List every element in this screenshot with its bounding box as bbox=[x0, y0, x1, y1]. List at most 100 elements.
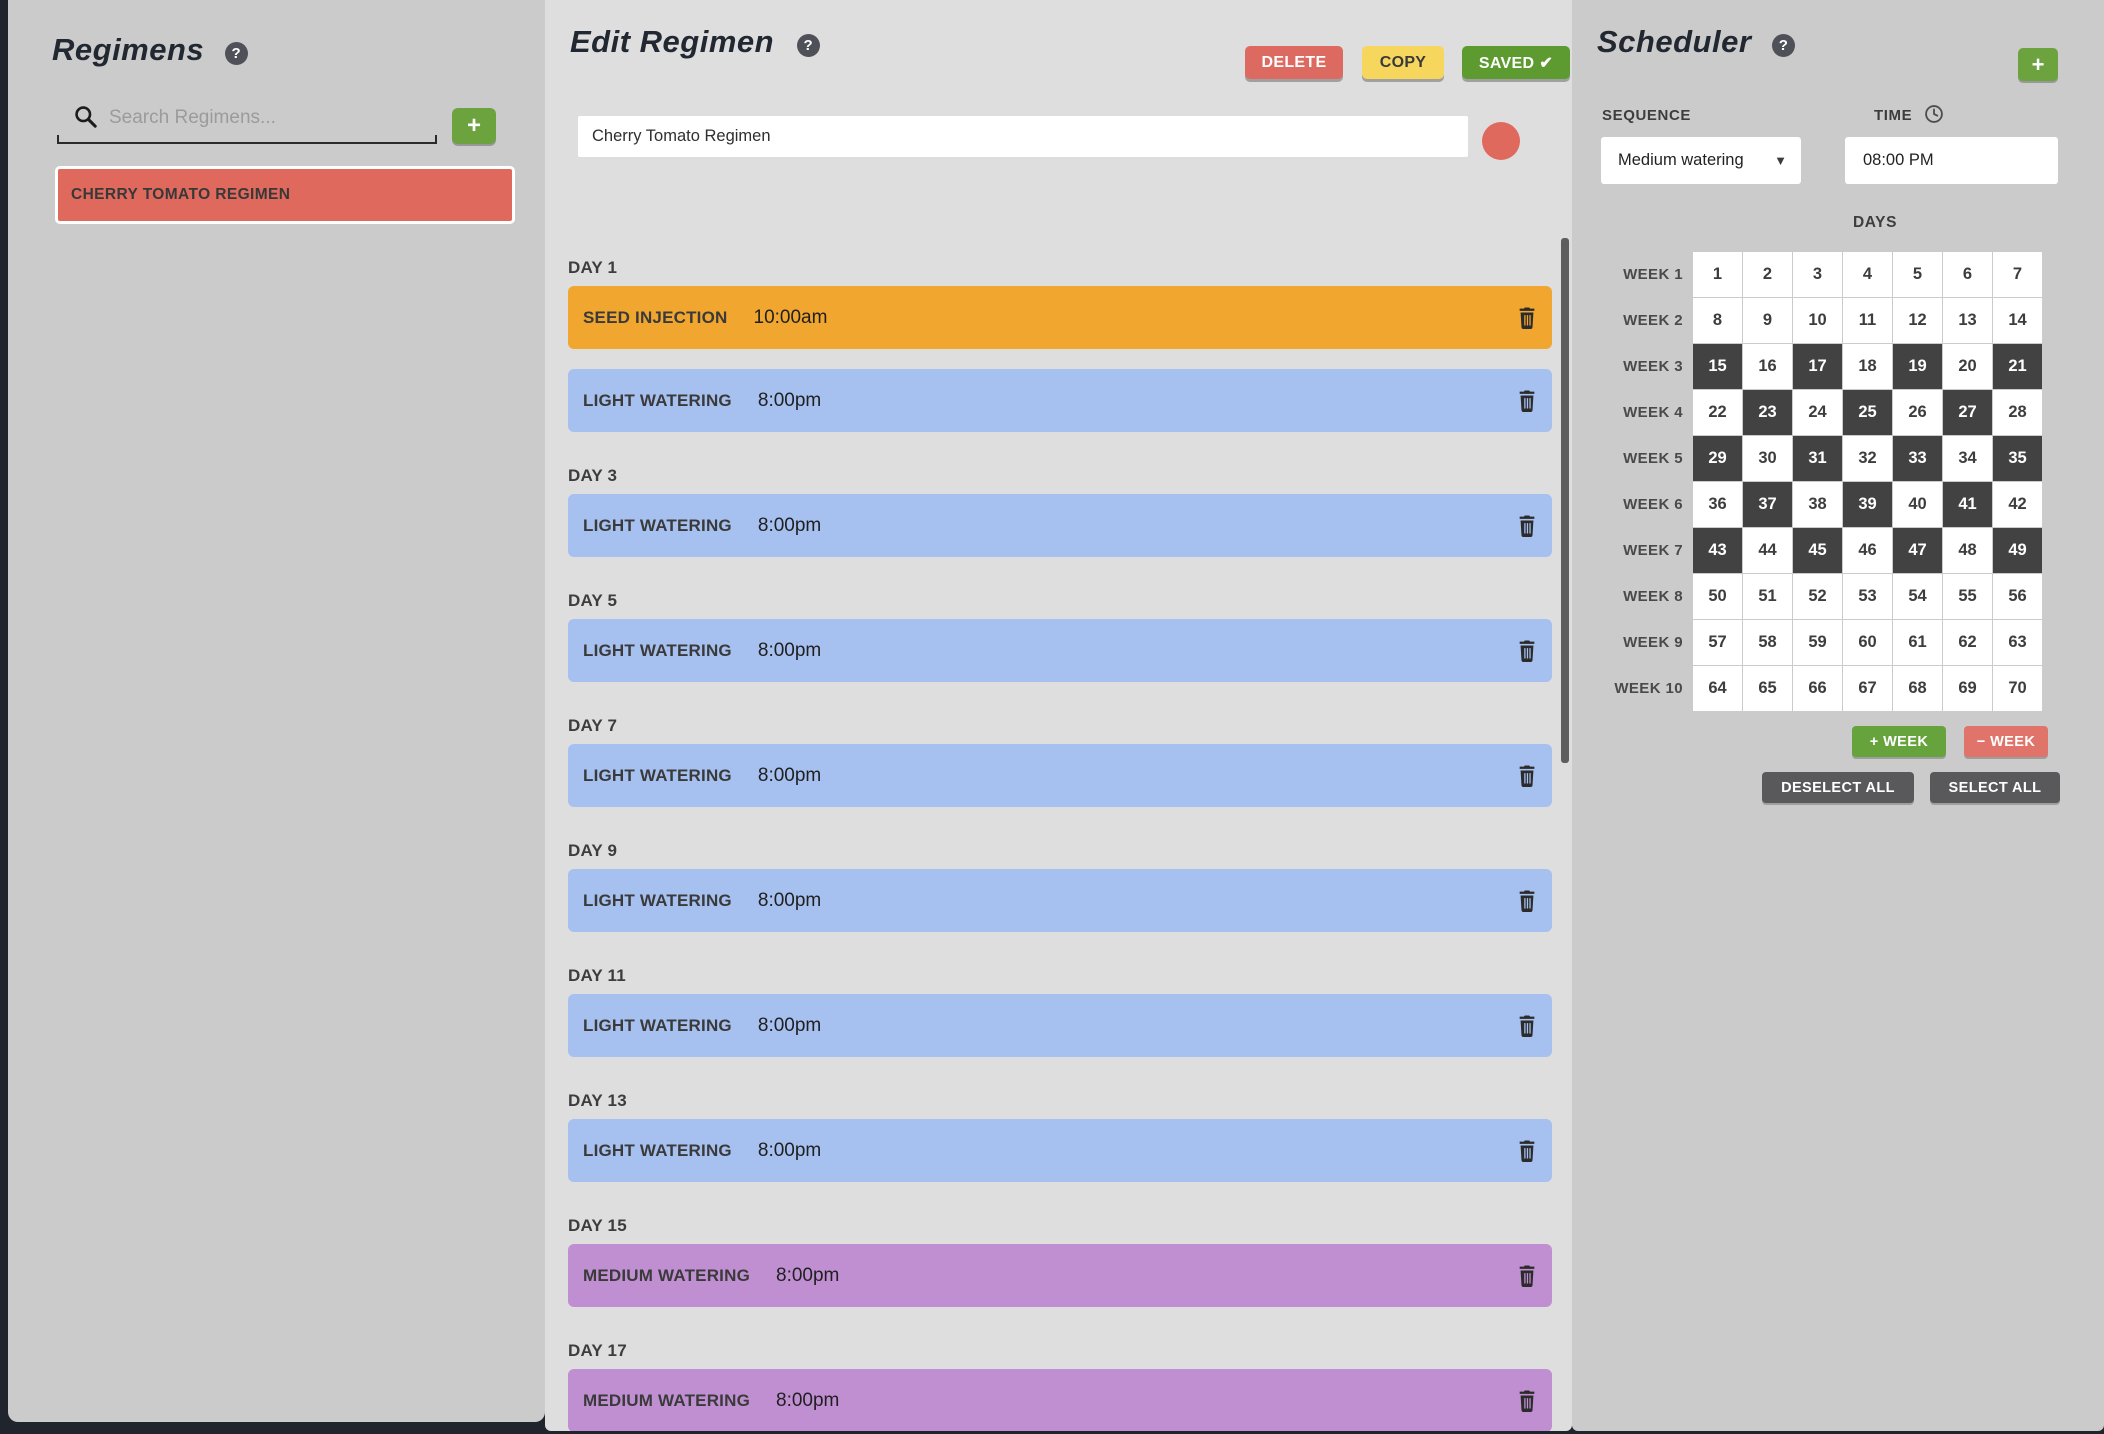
add-regimen-button[interactable]: + bbox=[452, 108, 496, 144]
day-cell[interactable]: 13 bbox=[1943, 298, 1992, 343]
day-cell[interactable]: 2 bbox=[1743, 252, 1792, 297]
day-cell[interactable]: 27 bbox=[1943, 390, 1992, 435]
day-cell[interactable]: 3 bbox=[1793, 252, 1842, 297]
delete-event-button[interactable] bbox=[1516, 306, 1538, 330]
day-cell[interactable]: 17 bbox=[1793, 344, 1842, 389]
day-cell[interactable]: 1 bbox=[1693, 252, 1742, 297]
regimen-event-row[interactable]: MEDIUM WATERING 8:00pm bbox=[568, 1369, 1552, 1431]
delete-event-button[interactable] bbox=[1516, 389, 1538, 413]
day-cell[interactable]: 32 bbox=[1843, 436, 1892, 481]
day-cell[interactable]: 42 bbox=[1993, 482, 2042, 527]
delete-event-button[interactable] bbox=[1516, 1139, 1538, 1163]
regimen-event-row[interactable]: LIGHT WATERING 8:00pm bbox=[568, 369, 1552, 432]
regimen-name-input[interactable] bbox=[578, 116, 1468, 157]
day-cell[interactable]: 34 bbox=[1943, 436, 1992, 481]
day-cell[interactable]: 48 bbox=[1943, 528, 1992, 573]
day-cell[interactable]: 10 bbox=[1793, 298, 1842, 343]
copy-button[interactable]: COPY bbox=[1362, 46, 1444, 79]
day-cell[interactable]: 35 bbox=[1993, 436, 2042, 481]
regimen-event-row[interactable]: LIGHT WATERING 8:00pm bbox=[568, 994, 1552, 1057]
help-icon[interactable]: ? bbox=[1772, 34, 1795, 57]
day-cell[interactable]: 65 bbox=[1743, 666, 1792, 711]
sequence-dropdown[interactable]: Medium watering ▼ bbox=[1601, 137, 1801, 184]
add-week-button[interactable]: + WEEK bbox=[1852, 726, 1946, 757]
save-button[interactable]: SAVED✔ bbox=[1462, 46, 1570, 79]
time-input[interactable] bbox=[1845, 137, 2058, 184]
search-input[interactable] bbox=[109, 100, 429, 136]
delete-event-button[interactable] bbox=[1516, 639, 1538, 663]
day-cell[interactable]: 51 bbox=[1743, 574, 1792, 619]
day-cell[interactable]: 19 bbox=[1893, 344, 1942, 389]
day-cell[interactable]: 54 bbox=[1893, 574, 1942, 619]
day-cell[interactable]: 31 bbox=[1793, 436, 1842, 481]
regimen-color-swatch[interactable] bbox=[1482, 122, 1520, 160]
day-cell[interactable]: 40 bbox=[1893, 482, 1942, 527]
day-cell[interactable]: 29 bbox=[1693, 436, 1742, 481]
day-cell[interactable]: 69 bbox=[1943, 666, 1992, 711]
day-cell[interactable]: 28 bbox=[1993, 390, 2042, 435]
select-all-button[interactable]: SELECT ALL bbox=[1930, 772, 2060, 803]
day-cell[interactable]: 43 bbox=[1693, 528, 1742, 573]
day-cell[interactable]: 22 bbox=[1693, 390, 1742, 435]
regimen-event-row[interactable]: LIGHT WATERING 8:00pm bbox=[568, 744, 1552, 807]
remove-week-button[interactable]: − WEEK bbox=[1964, 726, 2048, 757]
day-cell[interactable]: 70 bbox=[1993, 666, 2042, 711]
day-cell[interactable]: 38 bbox=[1793, 482, 1842, 527]
day-cell[interactable]: 49 bbox=[1993, 528, 2042, 573]
day-cell[interactable]: 21 bbox=[1993, 344, 2042, 389]
day-cell[interactable]: 47 bbox=[1893, 528, 1942, 573]
regimen-event-row[interactable]: LIGHT WATERING 8:00pm bbox=[568, 869, 1552, 932]
day-cell[interactable]: 57 bbox=[1693, 620, 1742, 665]
day-cell[interactable]: 53 bbox=[1843, 574, 1892, 619]
day-cell[interactable]: 64 bbox=[1693, 666, 1742, 711]
delete-event-button[interactable] bbox=[1516, 1014, 1538, 1038]
day-cell[interactable]: 36 bbox=[1693, 482, 1742, 527]
day-cell[interactable]: 18 bbox=[1843, 344, 1892, 389]
help-icon[interactable]: ? bbox=[797, 34, 820, 57]
day-cell[interactable]: 12 bbox=[1893, 298, 1942, 343]
day-cell[interactable]: 23 bbox=[1743, 390, 1792, 435]
regimen-event-row[interactable]: MEDIUM WATERING 8:00pm bbox=[568, 1244, 1552, 1307]
day-cell[interactable]: 60 bbox=[1843, 620, 1892, 665]
day-cell[interactable]: 46 bbox=[1843, 528, 1892, 573]
delete-event-button[interactable] bbox=[1516, 764, 1538, 788]
day-cell[interactable]: 55 bbox=[1943, 574, 1992, 619]
regimen-event-row[interactable]: SEED INJECTION 10:00am bbox=[568, 286, 1552, 349]
day-cell[interactable]: 33 bbox=[1893, 436, 1942, 481]
day-cell[interactable]: 50 bbox=[1693, 574, 1742, 619]
day-cell[interactable]: 41 bbox=[1943, 482, 1992, 527]
day-cell[interactable]: 8 bbox=[1693, 298, 1742, 343]
deselect-all-button[interactable]: DESELECT ALL bbox=[1762, 772, 1914, 803]
delete-button[interactable]: DELETE bbox=[1245, 46, 1343, 79]
day-cell[interactable]: 5 bbox=[1893, 252, 1942, 297]
day-cell[interactable]: 59 bbox=[1793, 620, 1842, 665]
delete-event-button[interactable] bbox=[1516, 514, 1538, 538]
day-cell[interactable]: 24 bbox=[1793, 390, 1842, 435]
day-cell[interactable]: 6 bbox=[1943, 252, 1992, 297]
day-cell[interactable]: 68 bbox=[1893, 666, 1942, 711]
day-cell[interactable]: 44 bbox=[1743, 528, 1792, 573]
day-cell[interactable]: 58 bbox=[1743, 620, 1792, 665]
delete-event-button[interactable] bbox=[1516, 889, 1538, 913]
day-cell[interactable]: 4 bbox=[1843, 252, 1892, 297]
vertical-scrollbar-thumb[interactable] bbox=[1561, 238, 1569, 763]
day-cell[interactable]: 45 bbox=[1793, 528, 1842, 573]
day-cell[interactable]: 30 bbox=[1743, 436, 1792, 481]
day-cell[interactable]: 14 bbox=[1993, 298, 2042, 343]
day-cell[interactable]: 16 bbox=[1743, 344, 1792, 389]
add-scheduler-item-button[interactable]: + bbox=[2018, 48, 2058, 81]
regimen-event-row[interactable]: LIGHT WATERING 8:00pm bbox=[568, 494, 1552, 557]
day-cell[interactable]: 25 bbox=[1843, 390, 1892, 435]
day-cell[interactable]: 66 bbox=[1793, 666, 1842, 711]
day-cell[interactable]: 61 bbox=[1893, 620, 1942, 665]
delete-event-button[interactable] bbox=[1516, 1389, 1538, 1413]
day-cell[interactable]: 11 bbox=[1843, 298, 1892, 343]
regimen-event-row[interactable]: LIGHT WATERING 8:00pm bbox=[568, 1119, 1552, 1182]
delete-event-button[interactable] bbox=[1516, 1264, 1538, 1288]
day-cell[interactable]: 9 bbox=[1743, 298, 1792, 343]
day-cell[interactable]: 67 bbox=[1843, 666, 1892, 711]
day-cell[interactable]: 15 bbox=[1693, 344, 1742, 389]
day-cell[interactable]: 62 bbox=[1943, 620, 1992, 665]
day-cell[interactable]: 20 bbox=[1943, 344, 1992, 389]
day-cell[interactable]: 63 bbox=[1993, 620, 2042, 665]
